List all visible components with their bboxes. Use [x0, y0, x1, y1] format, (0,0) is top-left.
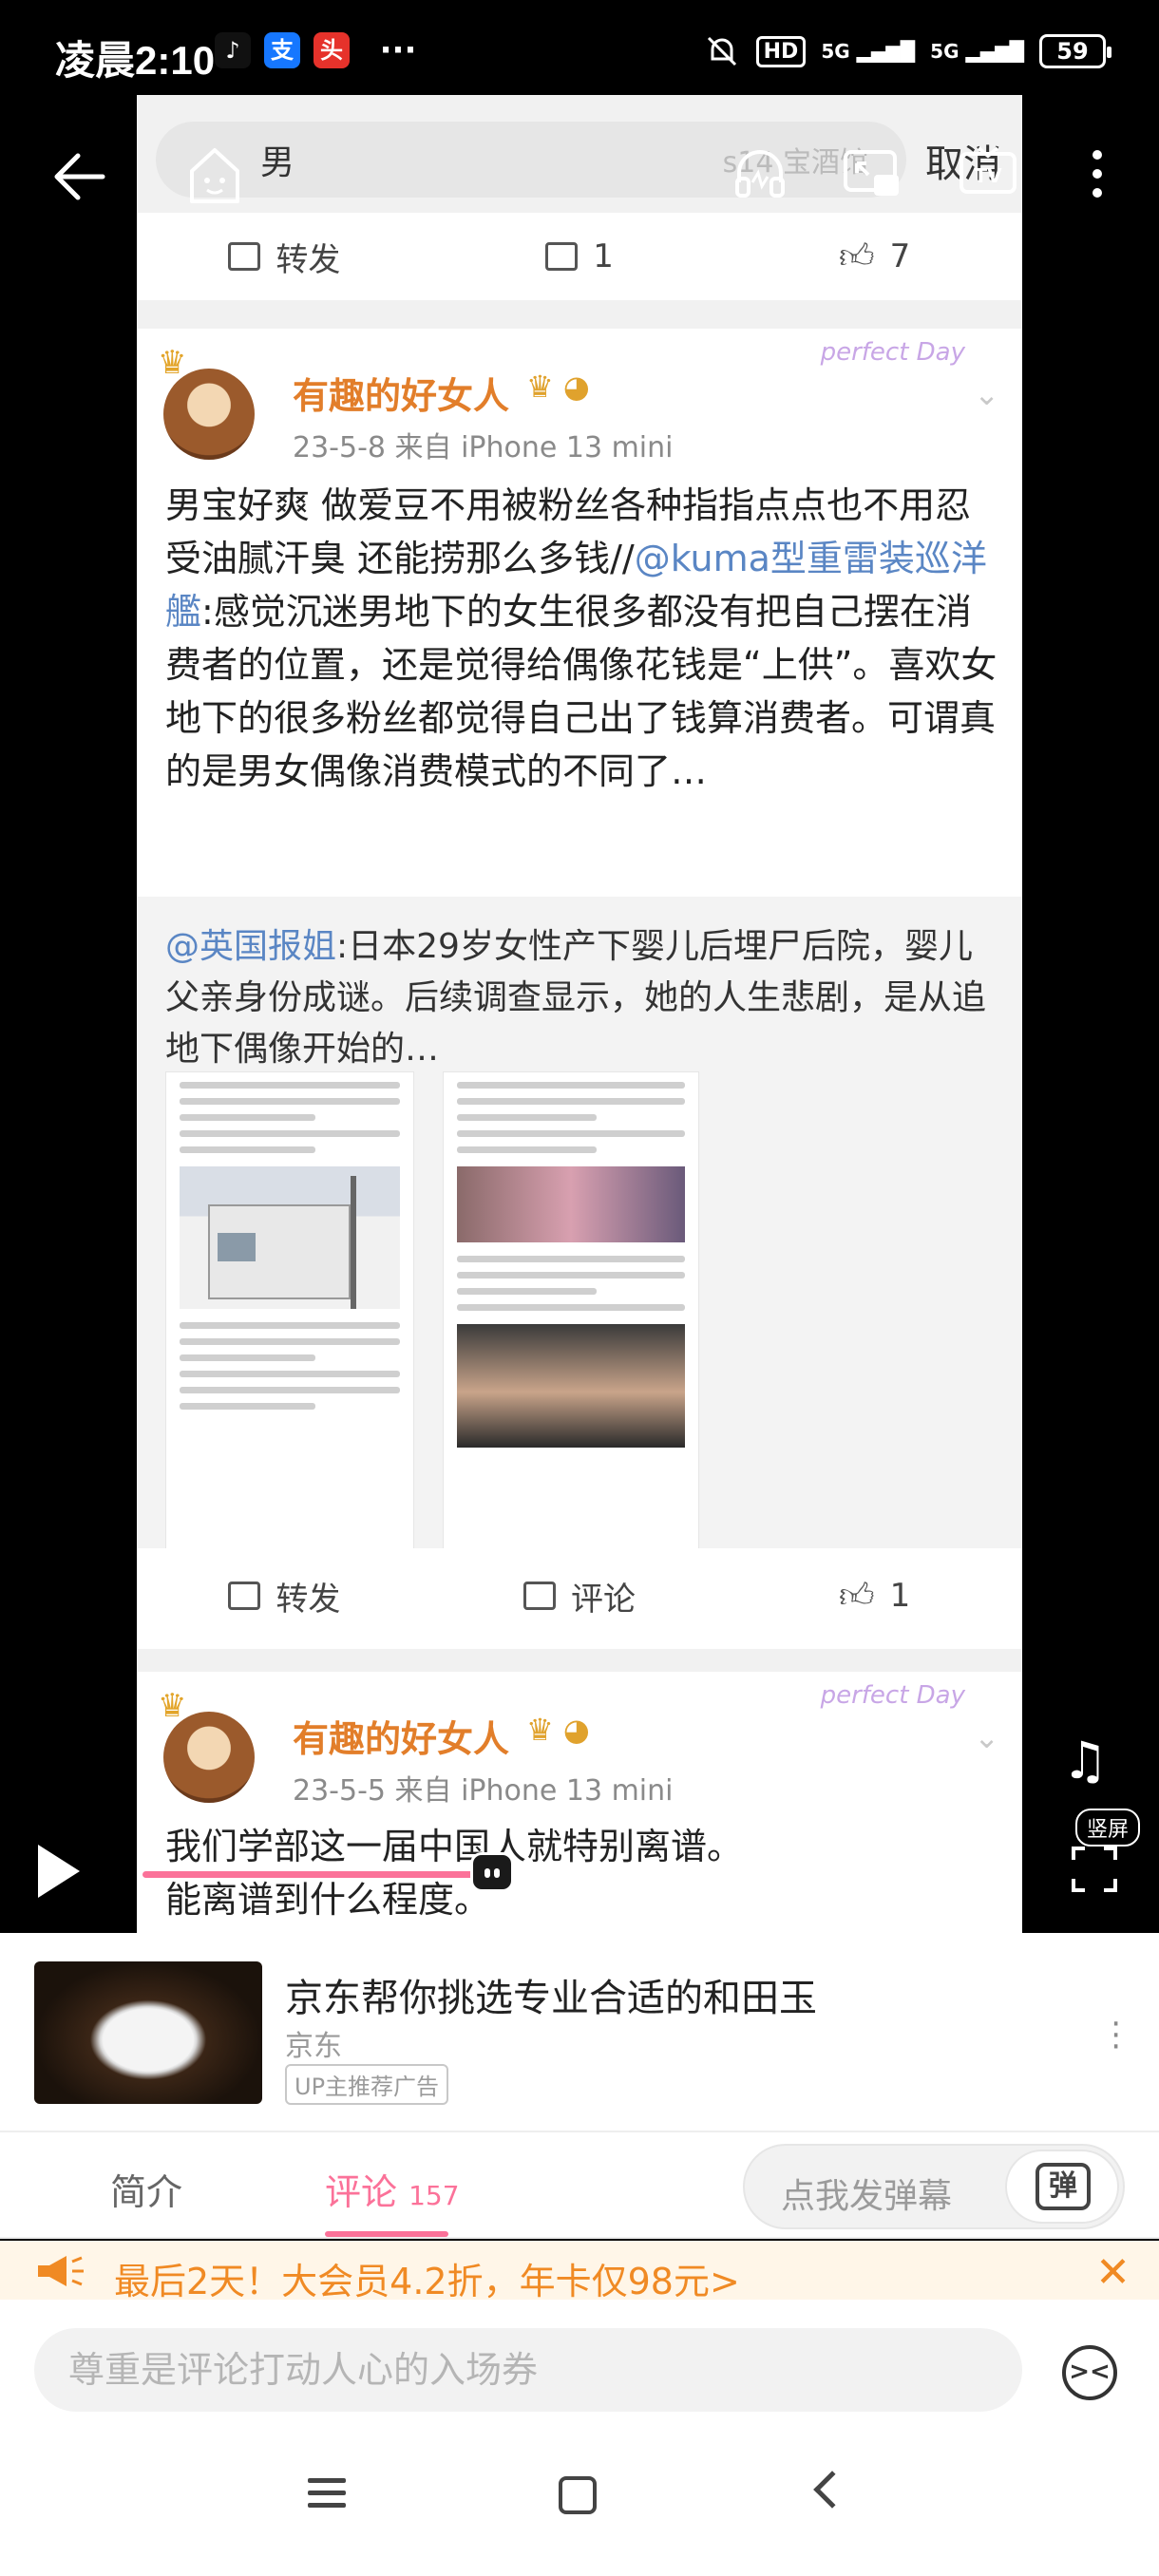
- post-meta: 23-5-8 来自 iPhone 13 mini: [293, 431, 674, 464]
- headphones-icon[interactable]: [732, 144, 788, 201]
- time-display: 00:19/00:36: [836, 1852, 998, 1886]
- progress-bar[interactable]: [142, 1852, 802, 1892]
- post-body: 男宝好爽 做爱豆不用被粉丝各种指指点点也不用忍受油腻汗臭 还能捞那么多钱//@k…: [165, 484, 998, 792]
- repost-image-1: [165, 1071, 414, 1617]
- thumbs-up-icon: 👍︎: [839, 1577, 875, 1616]
- video-player[interactable]: 凌晨2:10 ♪ 支 头 ··· HD 5G ▂▄▆█ 5G ▂▄▆█ 59 男…: [0, 0, 1159, 1933]
- ad-source: 京东: [285, 2030, 342, 2063]
- vip-promo-text[interactable]: 最后2天！大会员4.2折，年卡仅98元>: [114, 2252, 740, 2300]
- repost-icon: [228, 242, 261, 271]
- post1-comment-action: 评论: [432, 1573, 728, 1619]
- post-username: 有趣的好女人: [293, 375, 510, 417]
- frame-like-action: 👍︎ 7: [839, 237, 911, 276]
- frame-search-query: 男: [260, 143, 295, 182]
- repost-text: @英国报姐:日本29岁女性产下婴儿后埋尸后院，婴儿父亲身份成谜。后续调查显示，她…: [165, 927, 987, 1069]
- douyin-icon: ♪: [215, 32, 251, 68]
- hd-badge: HD: [755, 35, 807, 67]
- fullscreen-icon[interactable]: [1072, 1847, 1117, 1892]
- post-username: 有趣的好女人: [293, 1718, 510, 1760]
- player-controls: 00:19/00:36: [0, 1824, 1159, 1928]
- post-repost-box: @英国报姐:日本29岁女性产下婴儿后埋尸后院，婴儿父亲身份成谜。后续调查显示，她…: [137, 897, 1022, 1617]
- status-bar: 凌晨2:10 ♪ 支 头 ··· HD 5G ▂▄▆█ 5G ▂▄▆█ 59: [0, 0, 1159, 104]
- progress-fill: [142, 1871, 492, 1878]
- picture-in-picture-icon[interactable]: [842, 148, 902, 201]
- signal-icon-1: 5G ▂▄▆█: [821, 40, 916, 63]
- vip-promo-banner[interactable]: 最后2天！大会员4.2折，年卡仅98元> ✕: [0, 2241, 1159, 2300]
- idol-photo: [457, 1324, 685, 1448]
- cast-tv-icon[interactable]: TV: [958, 144, 1018, 201]
- frame-repost-action: 转发: [137, 234, 432, 280]
- chevron-down-icon: ⌄: [974, 376, 999, 412]
- house-photo: [180, 1166, 400, 1309]
- back-arrow-icon[interactable]: [53, 152, 106, 201]
- post1-like-action: 👍︎ 1: [839, 1577, 911, 1616]
- signal-icon-2: 5G ▂▄▆█: [930, 40, 1024, 63]
- battery-icon: 59: [1039, 34, 1112, 68]
- crown-icon: ♛: [158, 1687, 187, 1725]
- danmaku-tv-icon: 弹: [1036, 2163, 1091, 2210]
- post1-actions: 转发 评论 👍︎ 1: [137, 1548, 1022, 1643]
- post-decoration: perfect Day: [820, 1681, 965, 1710]
- status-time: 凌晨2:10: [55, 38, 216, 83]
- repost-image-2: [443, 1071, 699, 1617]
- alipay-icon: 支: [264, 32, 300, 68]
- more-vertical-icon[interactable]: [1092, 150, 1104, 198]
- frame-post-1: ♛ 有趣的好女人 ♛ ◕ 23-5-8 来自 iPhone 13 mini pe…: [137, 329, 1022, 1649]
- user-badges-icon: ♛ ◕: [526, 369, 590, 405]
- danmaku-input[interactable]: 点我发弹幕 弹: [743, 2144, 1125, 2229]
- megaphone-icon: [38, 2256, 84, 2286]
- post-avatar: [163, 369, 255, 460]
- progress-knob-icon[interactable]: [469, 1852, 514, 1892]
- post-avatar: [163, 1712, 255, 1803]
- comment-icon: [545, 242, 579, 271]
- recent-apps-icon[interactable]: [308, 2471, 346, 2515]
- blurred-photo: [457, 1166, 685, 1242]
- status-right: HD 5G ▂▄▆█ 5G ▂▄▆█ 59: [703, 32, 1112, 70]
- play-icon[interactable]: [38, 1845, 80, 1898]
- toutiao-icon: 头: [314, 32, 350, 68]
- danmaku-button[interactable]: 弹: [1005, 2150, 1119, 2224]
- ad-card[interactable]: 京东帮你挑选专业合适的和田玉 京东 UP主推荐广告 · · ·: [0, 1933, 1159, 2132]
- comment-input[interactable]: [34, 2328, 1022, 2412]
- home-square-icon[interactable]: [559, 2476, 597, 2514]
- emoji-icon[interactable]: ><: [1062, 2345, 1117, 2400]
- frame-comment-action: 1: [432, 237, 728, 275]
- ad-more-icon[interactable]: · · ·: [1111, 2008, 1121, 2063]
- back-chevron-icon[interactable]: [813, 2471, 851, 2509]
- comment-bar: ><: [0, 2300, 1159, 2433]
- thumbs-up-icon: 👍︎: [839, 237, 875, 276]
- frame-top-actions: 转发 1 👍︎ 7: [137, 213, 1022, 300]
- music-note-icon[interactable]: ♫: [1062, 1731, 1108, 1790]
- close-icon[interactable]: ✕: [1095, 2248, 1130, 2297]
- system-nav-bar: [0, 2433, 1159, 2576]
- home-icon[interactable]: [186, 144, 243, 207]
- video-frame-content: 男 s14 宝酒馆 取消 转发 1 👍︎ 7 ♛ 有趣的好女人 ♛ ◕ 23-5-…: [137, 95, 1022, 1933]
- mute-bell-icon: [707, 36, 736, 66]
- post1-repost-action: 转发: [137, 1573, 432, 1619]
- tab-comments[interactable]: 评论 157: [325, 2163, 460, 2215]
- repost-icon: [228, 1582, 261, 1610]
- tab-underline: [325, 2231, 448, 2237]
- user-badges-icon: ♛ ◕: [526, 1712, 590, 1748]
- frame-search-bar: 男 s14 宝酒馆: [156, 122, 906, 198]
- more-notifications-icon: ···: [379, 31, 417, 69]
- detail-tabs: 简介 评论 157 点我发弹幕 弹: [0, 2132, 1159, 2239]
- post-decoration: perfect Day: [820, 338, 965, 367]
- ad-title[interactable]: 京东帮你挑选专业合适的和田玉: [285, 1967, 817, 2022]
- comment-count: 157: [408, 2180, 460, 2211]
- chevron-down-icon: ⌄: [974, 1719, 999, 1755]
- tab-intro[interactable]: 简介: [110, 2163, 182, 2215]
- ad-tag: UP主推荐广告: [285, 2064, 449, 2105]
- comment-icon: [523, 1582, 556, 1610]
- crown-icon: ♛: [158, 344, 187, 382]
- svg-text:TV: TV: [974, 164, 1002, 187]
- danmaku-placeholder[interactable]: 点我发弹幕: [781, 2169, 952, 2218]
- post-meta: 23-5-5 来自 iPhone 13 mini: [293, 1774, 674, 1808]
- ad-image[interactable]: [34, 1961, 262, 2104]
